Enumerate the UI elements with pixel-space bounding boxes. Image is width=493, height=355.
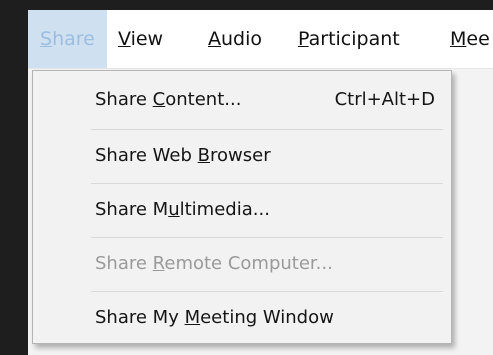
menu-separator bbox=[91, 129, 443, 130]
menu-separator bbox=[91, 237, 443, 238]
menu-bar: Share View Audio Participant Mee bbox=[28, 10, 493, 69]
menu-audio[interactable]: Audio bbox=[208, 10, 262, 68]
share-dropdown-menu: Share Content... Ctrl+Alt+D Share Web Br… bbox=[32, 70, 452, 344]
menu-separator bbox=[91, 183, 443, 184]
menu-item-share-web-browser[interactable]: Share Web Browser bbox=[95, 131, 445, 181]
shortcut-label: Ctrl+Alt+D bbox=[334, 89, 435, 110]
menu-item-share-my-meeting-window[interactable]: Share My Meeting Window bbox=[95, 293, 445, 343]
menu-share[interactable]: Share bbox=[28, 10, 107, 68]
menu-item-share-multimedia[interactable]: Share Multimedia... bbox=[95, 185, 445, 235]
menu-item-share-remote-computer: Share Remote Computer... bbox=[95, 253, 333, 274]
menu-participant[interactable]: Participant bbox=[298, 10, 400, 68]
app-window: Share View Audio Participant Mee Share C… bbox=[28, 10, 493, 355]
menu-separator bbox=[91, 291, 443, 292]
menu-meeting[interactable]: Mee bbox=[450, 10, 490, 68]
menu-view[interactable]: View bbox=[118, 10, 163, 68]
menu-item-share-content[interactable]: Share Content... Ctrl+Alt+D bbox=[95, 75, 445, 125]
menu-icon-gutter bbox=[33, 71, 87, 343]
